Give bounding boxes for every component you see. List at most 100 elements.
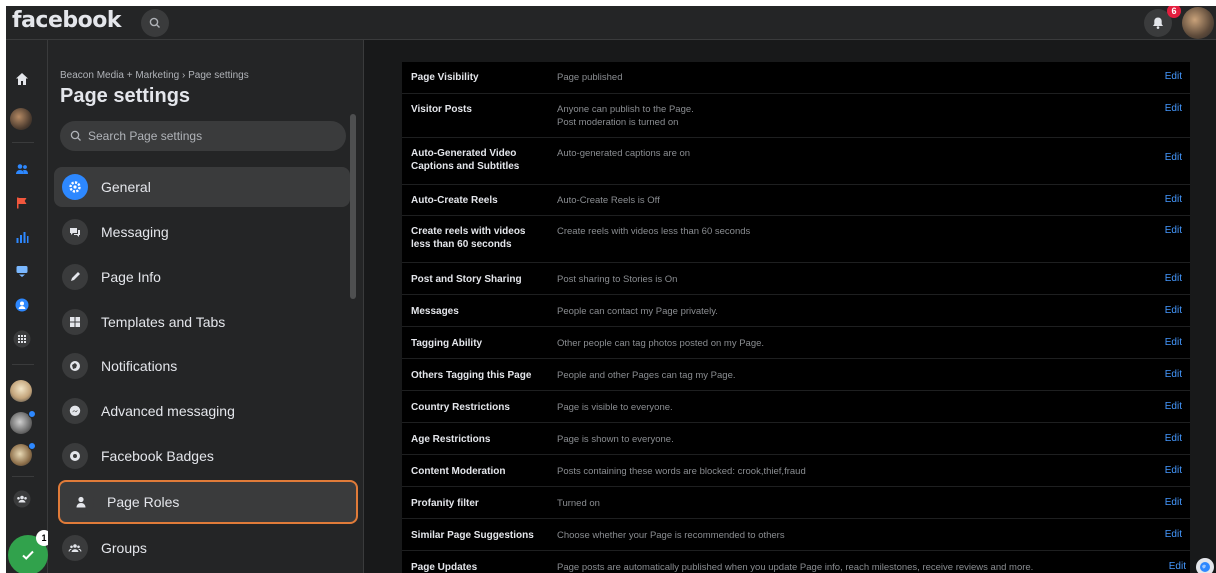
setting-value: Auto-Create Reels is Off: [557, 195, 660, 206]
insights-button[interactable]: [11, 226, 33, 248]
page-avatar[interactable]: [10, 108, 32, 130]
grid-icon: [62, 309, 88, 335]
account-avatar[interactable]: [1182, 7, 1214, 39]
setting-label: Auto-Create Reels: [411, 195, 498, 206]
sidebar-item-label: Notifications: [101, 358, 178, 374]
globe-icon: [1200, 562, 1210, 572]
setting-value: Create reels with videos less than 60 se…: [557, 226, 751, 237]
settings-row-page-visibility: Page Visibility Page published Edit: [402, 62, 1190, 94]
sidebar-item-page-roles[interactable]: Page Roles: [58, 480, 358, 524]
search-input[interactable]: [88, 129, 328, 143]
setting-value: Turned on: [557, 498, 600, 509]
edit-link[interactable]: Edit: [1165, 273, 1182, 284]
settings-row-auto-create-reels: Auto-Create Reels Auto-Create Reels is O…: [402, 185, 1190, 216]
edit-link[interactable]: Edit: [1165, 401, 1182, 412]
settings-row-content-moderation: Content Moderation Posts containing thes…: [402, 455, 1190, 487]
notification-count-badge: 6: [1167, 6, 1181, 18]
people-button[interactable]: [11, 158, 33, 180]
edit-link[interactable]: Edit: [1165, 194, 1182, 205]
setting-label: Similar Page Suggestions: [411, 530, 534, 541]
sidebar-item-label: Templates and Tabs: [101, 314, 226, 330]
sidebar-item-advanced-messaging[interactable]: Advanced messaging: [54, 391, 350, 431]
settings-table: Page Visibility Page published Edit Visi…: [402, 62, 1190, 573]
setting-value: Page is visible to everyone.: [557, 402, 673, 413]
setting-value: Page is shown to everyone.: [557, 434, 674, 445]
edit-link[interactable]: Edit: [1165, 152, 1182, 163]
facebook-logo[interactable]: facebook: [12, 8, 122, 33]
help-button[interactable]: [1196, 558, 1214, 573]
person-icon: [68, 489, 94, 515]
group-circle-icon: [15, 298, 29, 312]
setting-value: People and other Pages can tag my Page.: [557, 370, 736, 381]
setting-value: Post sharing to Stories is On: [557, 274, 678, 285]
edit-link[interactable]: Edit: [1165, 71, 1182, 82]
community-button[interactable]: [11, 488, 33, 510]
setting-value: Choose whether your Page is recommended …: [557, 530, 785, 541]
settings-row-page-updates: Page Updates Page posts are automaticall…: [402, 551, 1190, 573]
setting-label: Create reels with videos less than 60 se…: [411, 226, 526, 250]
rail-divider: [12, 364, 34, 365]
unread-dot: [28, 410, 36, 418]
home-icon: [16, 73, 28, 85]
edit-link[interactable]: Edit: [1165, 433, 1182, 444]
setting-label: Messages: [411, 306, 459, 317]
setting-label: Page Updates: [411, 562, 478, 573]
sidebar-item-label: Page Info: [101, 269, 161, 285]
chat-bubbles-icon: [62, 219, 88, 245]
edit-link[interactable]: Edit: [1165, 369, 1182, 380]
setting-label: Auto-Generated Video Captions and Subtit…: [411, 148, 520, 172]
edit-link[interactable]: Edit: [1165, 225, 1182, 236]
setting-value: People can contact my Page privately.: [557, 306, 718, 317]
check-icon: [22, 550, 34, 560]
settings-content: Page Visibility Page published Edit Visi…: [364, 40, 1216, 573]
ads-button[interactable]: [11, 260, 33, 282]
globe-icon: [62, 353, 88, 379]
bell-icon: [1153, 17, 1163, 29]
sidebar-item-messaging[interactable]: Messaging: [54, 212, 350, 252]
setting-label: Visitor Posts: [411, 104, 472, 115]
settings-sidebar: Beacon Media + Marketing › Page settings…: [48, 40, 364, 573]
badge-icon: [62, 443, 88, 469]
flag-button[interactable]: [11, 192, 33, 214]
sidebar-item-notifications[interactable]: Notifications: [54, 346, 350, 386]
sidebar-item-label: Advanced messaging: [101, 403, 235, 419]
left-rail: 1: [6, 40, 52, 573]
settings-row-tagging-ability: Tagging Ability Other people can tag pho…: [402, 327, 1190, 359]
unread-dot: [28, 442, 36, 450]
setting-label: Country Restrictions: [411, 402, 510, 413]
edit-link[interactable]: Edit: [1169, 561, 1186, 572]
edit-link[interactable]: Edit: [1165, 337, 1182, 348]
gear-icon: [62, 174, 88, 200]
search-field[interactable]: [60, 121, 346, 151]
sidebar-item-templates-and-tabs[interactable]: Templates and Tabs: [54, 302, 350, 342]
sidebar-item-page-info[interactable]: Page Info: [54, 257, 350, 297]
edit-link[interactable]: Edit: [1165, 529, 1182, 540]
search-button[interactable]: [141, 9, 169, 37]
settings-row-post-story-sharing: Post and Story Sharing Post sharing to S…: [402, 263, 1190, 295]
search-icon: [149, 17, 160, 28]
groups-rail-button[interactable]: [11, 294, 33, 316]
setting-label: Content Moderation: [411, 466, 506, 477]
edit-link[interactable]: Edit: [1165, 103, 1182, 114]
setting-value: Auto-generated captions are on: [557, 148, 691, 159]
shortcut-avatar[interactable]: [10, 380, 32, 402]
edit-link[interactable]: Edit: [1165, 465, 1182, 476]
all-tools-button[interactable]: [11, 328, 33, 350]
sidebar-scrollbar[interactable]: [350, 114, 356, 299]
settings-row-others-tagging: Others Tagging this Page People and othe…: [402, 359, 1190, 391]
app-window: facebook 6 1 Beacon Media + Marketing › …: [6, 6, 1216, 573]
home-button[interactable]: [11, 68, 33, 90]
page-title: Page settings: [60, 85, 191, 107]
sidebar-item-facebook-badges[interactable]: Facebook Badges: [54, 436, 350, 476]
groups-icon: [62, 535, 88, 561]
setting-value: Posts containing these words are blocked…: [557, 466, 806, 477]
setting-label: Age Restrictions: [411, 434, 491, 445]
sidebar-item-general[interactable]: General: [54, 167, 350, 207]
settings-row-visitor-posts: Visitor Posts Anyone can publish to the …: [402, 94, 1190, 138]
breadcrumb[interactable]: Beacon Media + Marketing › Page settings: [60, 70, 249, 81]
edit-link[interactable]: Edit: [1165, 497, 1182, 508]
grid-dots-icon: [13, 330, 31, 348]
sidebar-item-groups[interactable]: Groups: [54, 528, 350, 568]
edit-link[interactable]: Edit: [1165, 305, 1182, 316]
messenger-icon: [62, 398, 88, 424]
